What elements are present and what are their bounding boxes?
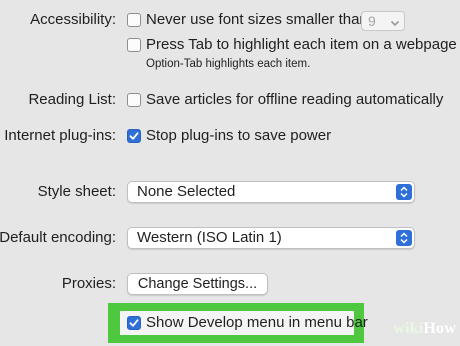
reading-list-label: Reading List: (28, 91, 116, 108)
min-font-size-popup[interactable]: 9 (361, 11, 405, 31)
reading-list-option-label: Save articles for offline reading automa… (146, 91, 444, 108)
style-sheet-label: Style sheet: (37, 183, 116, 200)
watermark-how: How (423, 320, 456, 337)
proxies-label: Proxies: (61, 275, 116, 292)
safari-advanced-preferences: { "accessibility": { "label": "Accessibi… (0, 0, 460, 346)
accessibility-label: Accessibility: (30, 11, 116, 28)
default-encoding-popup[interactable]: Western (ISO Latin 1) (127, 227, 415, 249)
wikihow-watermark: wikiHow (393, 320, 456, 338)
default-encoding-label: Default encoding: (0, 229, 116, 246)
min-font-size-value: 9 (368, 13, 376, 29)
chevron-down-icon (389, 15, 401, 33)
default-encoding-value: Western (ISO Latin 1) (137, 229, 282, 246)
min-font-checkbox[interactable] (127, 13, 141, 27)
change-settings-button[interactable]: Change Settings... (127, 273, 268, 295)
checkmark-icon (129, 319, 139, 327)
show-develop-menu-label: Show Develop menu in menu bar (146, 314, 368, 331)
stop-plugins-option-label: Stop plug-ins to save power (146, 127, 332, 144)
popup-stepper-icon (396, 184, 412, 200)
tab-highlight-hint: Option-Tab highlights each item. (146, 58, 311, 70)
watermark-wiki: wiki (393, 320, 424, 337)
reading-list-checkbox[interactable] (127, 93, 141, 107)
checkmark-icon (129, 132, 139, 140)
style-sheet-value: None Selected (137, 183, 236, 200)
popup-stepper-icon (396, 230, 412, 246)
tab-highlight-checkbox[interactable] (127, 38, 141, 52)
min-font-option-label: Never use font sizes smaller than (146, 11, 368, 28)
stop-plugins-checkbox[interactable] (127, 129, 141, 143)
show-develop-menu-checkbox[interactable] (127, 316, 141, 330)
style-sheet-popup[interactable]: None Selected (127, 181, 415, 203)
tab-highlight-option-label: Press Tab to highlight each item on a we… (146, 36, 457, 53)
plugins-label: Internet plug-ins: (4, 127, 116, 144)
